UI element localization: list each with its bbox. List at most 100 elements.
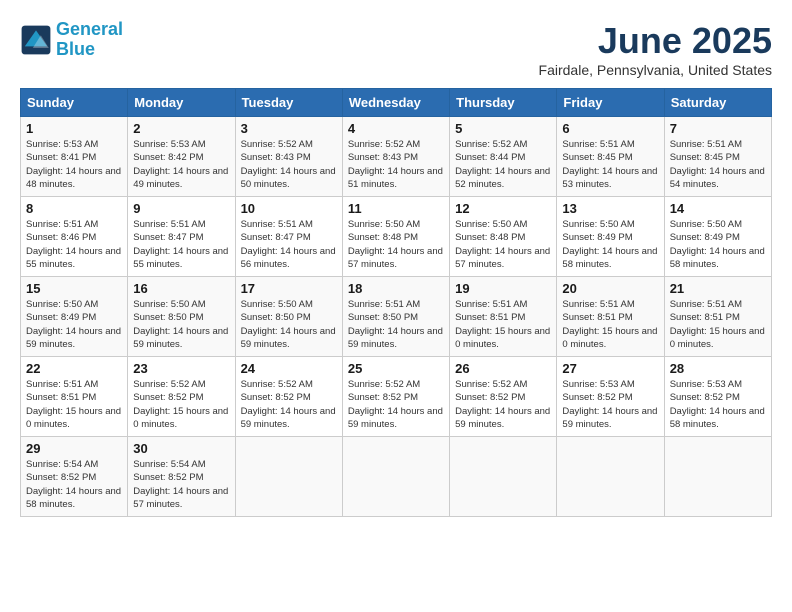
calendar-cell: 10Sunrise: 5:51 AMSunset: 8:47 PMDayligh…	[235, 197, 342, 277]
day-number: 24	[241, 361, 337, 376]
calendar-cell: 18 Sunrise: 5:51 AMSunset: 8:50 PMDayligh…	[342, 277, 449, 357]
day-info: Sunrise: 5:50 AMSunset: 8:48 PMDaylight:…	[348, 218, 444, 271]
day-number: 10	[241, 201, 337, 216]
logo-icon	[20, 24, 52, 56]
day-info: Sunrise: 5:53 AMSunset: 8:41 PMDaylight:…	[26, 138, 122, 191]
day-number: 9	[133, 201, 229, 216]
calendar-cell: 26Sunrise: 5:52 AMSunset: 8:52 PMDayligh…	[450, 357, 557, 437]
calendar-cell: 13 Sunrise: 5:50 AMSunset: 8:49 PMDayligh…	[557, 197, 664, 277]
calendar-cell: 4 Sunrise: 5:52 AMSunset: 8:43 PMDaylight…	[342, 117, 449, 197]
calendar-week-row: 8Sunrise: 5:51 AMSunset: 8:46 PMDaylight…	[21, 197, 772, 277]
day-info: Sunrise: 5:50 AMSunset: 8:49 PMDaylight:…	[26, 298, 122, 351]
day-number: 11	[348, 201, 444, 216]
calendar-cell: 6 Sunrise: 5:51 AMSunset: 8:45 PMDaylight…	[557, 117, 664, 197]
weekday-header-friday: Friday	[557, 89, 664, 117]
calendar-cell	[664, 437, 771, 517]
day-info: Sunrise: 5:53 AMSunset: 8:52 PMDaylight:…	[562, 378, 658, 431]
weekday-header-sunday: Sunday	[21, 89, 128, 117]
day-info: Sunrise: 5:53 AMSunset: 8:52 PMDaylight:…	[670, 378, 766, 431]
day-info: Sunrise: 5:50 AMSunset: 8:50 PMDaylight:…	[133, 298, 229, 351]
calendar-cell: 1 Sunrise: 5:53 AMSunset: 8:41 PMDaylight…	[21, 117, 128, 197]
logo-line1: General	[56, 19, 123, 39]
calendar-cell: 9 Sunrise: 5:51 AMSunset: 8:47 PMDaylight…	[128, 197, 235, 277]
calendar-cell: 30Sunrise: 5:54 AMSunset: 8:52 PMDayligh…	[128, 437, 235, 517]
calendar-cell: 7 Sunrise: 5:51 AMSunset: 8:45 PMDaylight…	[664, 117, 771, 197]
calendar-week-row: 15 Sunrise: 5:50 AMSunset: 8:49 PMDayligh…	[21, 277, 772, 357]
calendar-cell: 3Sunrise: 5:52 AMSunset: 8:43 PMDaylight…	[235, 117, 342, 197]
calendar-cell	[557, 437, 664, 517]
day-number: 19	[455, 281, 551, 296]
day-info: Sunrise: 5:51 AMSunset: 8:47 PMDaylight:…	[133, 218, 229, 271]
day-info: Sunrise: 5:52 AMSunset: 8:43 PMDaylight:…	[348, 138, 444, 191]
day-info: Sunrise: 5:52 AMSunset: 8:43 PMDaylight:…	[241, 138, 337, 191]
weekday-header-wednesday: Wednesday	[342, 89, 449, 117]
day-info: Sunrise: 5:50 AMSunset: 8:50 PMDaylight:…	[241, 298, 337, 351]
calendar-week-row: 1 Sunrise: 5:53 AMSunset: 8:41 PMDaylight…	[21, 117, 772, 197]
calendar-cell: 19 Sunrise: 5:51 AMSunset: 8:51 PMDayligh…	[450, 277, 557, 357]
header: General Blue June 2025 Fairdale, Pennsyl…	[20, 20, 772, 78]
calendar-cell: 28 Sunrise: 5:53 AMSunset: 8:52 PMDayligh…	[664, 357, 771, 437]
day-info: Sunrise: 5:53 AMSunset: 8:42 PMDaylight:…	[133, 138, 229, 191]
day-number: 28	[670, 361, 766, 376]
day-number: 29	[26, 441, 122, 456]
calendar-cell: 24 Sunrise: 5:52 AMSunset: 8:52 PMDayligh…	[235, 357, 342, 437]
calendar-cell: 23Sunrise: 5:52 AMSunset: 8:52 PMDayligh…	[128, 357, 235, 437]
calendar-week-row: 22Sunrise: 5:51 AMSunset: 8:51 PMDayligh…	[21, 357, 772, 437]
calendar-cell: 21 Sunrise: 5:51 AMSunset: 8:51 PMDayligh…	[664, 277, 771, 357]
day-info: Sunrise: 5:52 AMSunset: 8:52 PMDaylight:…	[241, 378, 337, 431]
calendar-table: SundayMondayTuesdayWednesdayThursdayFrid…	[20, 88, 772, 517]
calendar-cell: 22Sunrise: 5:51 AMSunset: 8:51 PMDayligh…	[21, 357, 128, 437]
calendar-cell: 8Sunrise: 5:51 AMSunset: 8:46 PMDaylight…	[21, 197, 128, 277]
day-number: 16	[133, 281, 229, 296]
day-number: 1	[26, 121, 122, 136]
calendar-cell: 25 Sunrise: 5:52 AMSunset: 8:52 PMDayligh…	[342, 357, 449, 437]
weekday-header-row: SundayMondayTuesdayWednesdayThursdayFrid…	[21, 89, 772, 117]
day-info: Sunrise: 5:51 AMSunset: 8:45 PMDaylight:…	[670, 138, 766, 191]
day-info: Sunrise: 5:52 AMSunset: 8:44 PMDaylight:…	[455, 138, 551, 191]
calendar-cell: 16 Sunrise: 5:50 AMSunset: 8:50 PMDayligh…	[128, 277, 235, 357]
calendar-subtitle: Fairdale, Pennsylvania, United States	[539, 62, 772, 78]
weekday-header-saturday: Saturday	[664, 89, 771, 117]
day-info: Sunrise: 5:51 AMSunset: 8:50 PMDaylight:…	[348, 298, 444, 351]
calendar-cell: 14 Sunrise: 5:50 AMSunset: 8:49 PMDayligh…	[664, 197, 771, 277]
day-info: Sunrise: 5:50 AMSunset: 8:49 PMDaylight:…	[670, 218, 766, 271]
day-info: Sunrise: 5:51 AMSunset: 8:45 PMDaylight:…	[562, 138, 658, 191]
weekday-header-thursday: Thursday	[450, 89, 557, 117]
day-info: Sunrise: 5:54 AMSunset: 8:52 PMDaylight:…	[133, 458, 229, 511]
calendar-cell: 20 Sunrise: 5:51 AMSunset: 8:51 PMDayligh…	[557, 277, 664, 357]
day-number: 18	[348, 281, 444, 296]
day-number: 13	[562, 201, 658, 216]
day-number: 15	[26, 281, 122, 296]
title-area: June 2025 Fairdale, Pennsylvania, United…	[539, 20, 772, 78]
day-info: Sunrise: 5:52 AMSunset: 8:52 PMDaylight:…	[133, 378, 229, 431]
weekday-header-monday: Monday	[128, 89, 235, 117]
calendar-cell: 11 Sunrise: 5:50 AMSunset: 8:48 PMDayligh…	[342, 197, 449, 277]
day-info: Sunrise: 5:51 AMSunset: 8:51 PMDaylight:…	[26, 378, 122, 431]
calendar-cell	[235, 437, 342, 517]
day-number: 21	[670, 281, 766, 296]
day-info: Sunrise: 5:50 AMSunset: 8:48 PMDaylight:…	[455, 218, 551, 271]
day-info: Sunrise: 5:51 AMSunset: 8:51 PMDaylight:…	[562, 298, 658, 351]
day-number: 25	[348, 361, 444, 376]
day-info: Sunrise: 5:52 AMSunset: 8:52 PMDaylight:…	[348, 378, 444, 431]
weekday-header-tuesday: Tuesday	[235, 89, 342, 117]
day-number: 14	[670, 201, 766, 216]
day-info: Sunrise: 5:51 AMSunset: 8:51 PMDaylight:…	[455, 298, 551, 351]
day-number: 4	[348, 121, 444, 136]
calendar-cell	[342, 437, 449, 517]
day-info: Sunrise: 5:54 AMSunset: 8:52 PMDaylight:…	[26, 458, 122, 511]
day-number: 7	[670, 121, 766, 136]
logo-line2: Blue	[56, 39, 95, 59]
calendar-cell: 2Sunrise: 5:53 AMSunset: 8:42 PMDaylight…	[128, 117, 235, 197]
day-number: 12	[455, 201, 551, 216]
calendar-cell: 27 Sunrise: 5:53 AMSunset: 8:52 PMDayligh…	[557, 357, 664, 437]
day-number: 20	[562, 281, 658, 296]
day-number: 27	[562, 361, 658, 376]
day-info: Sunrise: 5:50 AMSunset: 8:49 PMDaylight:…	[562, 218, 658, 271]
calendar-week-row: 29 Sunrise: 5:54 AMSunset: 8:52 PMDayligh…	[21, 437, 772, 517]
calendar-title: June 2025	[539, 20, 772, 62]
day-info: Sunrise: 5:51 AMSunset: 8:51 PMDaylight:…	[670, 298, 766, 351]
logo: General Blue	[20, 20, 123, 60]
day-number: 6	[562, 121, 658, 136]
calendar-cell	[450, 437, 557, 517]
